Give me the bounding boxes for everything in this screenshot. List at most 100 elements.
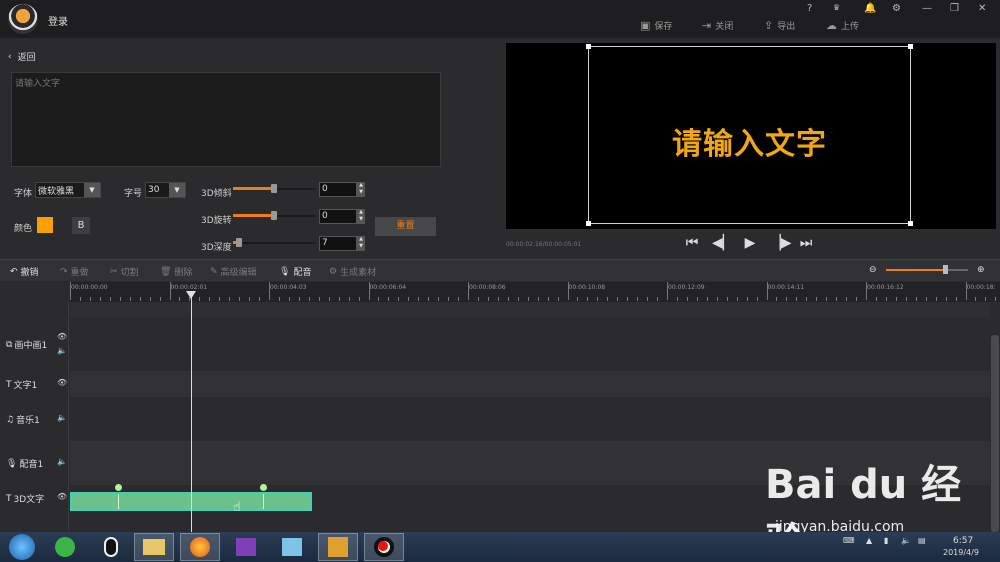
resize-handle[interactable]	[586, 221, 591, 226]
step-forward-icon[interactable]: ▕▶	[770, 235, 792, 251]
slider-handle[interactable]	[271, 211, 277, 220]
depth-slider[interactable]	[233, 236, 315, 250]
tray-battery-icon[interactable]: ▮	[884, 536, 888, 545]
start-button[interactable]	[2, 533, 42, 561]
tray-network-icon[interactable]: ▤	[918, 536, 926, 545]
clock-date[interactable]: 2019/4/9	[943, 548, 979, 557]
bold-button[interactable]: B	[72, 217, 90, 234]
taskbar-app-file-icon[interactable]	[272, 533, 312, 561]
rotate-stepper[interactable]: 0 ▲ ▼	[319, 209, 365, 224]
clock-time[interactable]: 6:57	[953, 536, 973, 546]
resize-handle[interactable]	[908, 221, 913, 226]
back-button[interactable]: ‹ 返回	[8, 50, 36, 64]
resize-handle[interactable]	[586, 44, 591, 49]
step-back-icon[interactable]: ◀▏	[712, 235, 734, 251]
ruler-minor-tick	[159, 297, 161, 301]
size-select[interactable]: 30 ▼	[145, 182, 186, 198]
zoom-out-icon[interactable]: ⊖	[869, 265, 877, 275]
taskbar-app-qq-icon[interactable]	[91, 533, 131, 561]
minimize-icon[interactable]: —	[922, 3, 932, 15]
color-label: 颜色	[14, 224, 33, 234]
speaker-icon[interactable]: 🔈	[57, 457, 67, 466]
ruler-minor-tick	[806, 297, 808, 301]
close-window-icon[interactable]: ✕	[978, 3, 986, 15]
skip-start-icon[interactable]: ⏮	[684, 235, 700, 251]
font-select[interactable]: 微软雅黑 ▼	[35, 182, 101, 198]
generate-material-button[interactable]: ⚙ 生成素材	[329, 265, 376, 279]
ruler-minor-tick	[955, 297, 957, 301]
ruler-minor-tick	[537, 297, 539, 301]
track-label-3dtext: T 3D文字	[6, 493, 45, 506]
ruler-minor-tick	[428, 297, 430, 301]
playhead[interactable]	[191, 292, 192, 532]
depth-stepper[interactable]: 7 ▲ ▼	[319, 236, 365, 251]
ruler-minor-tick	[816, 297, 818, 301]
music-icon: ♫	[6, 414, 15, 425]
keyframe-marker[interactable]	[260, 484, 267, 491]
reset-button[interactable]: 重置	[375, 217, 436, 236]
ruler-minor-tick	[836, 297, 838, 301]
upload-button[interactable]: ☁ 上传	[826, 18, 859, 32]
tilt-slider[interactable]	[233, 182, 315, 196]
eye-icon[interactable]: 👁	[57, 492, 67, 501]
skip-end-icon[interactable]: ⏭	[798, 235, 814, 251]
play-icon[interactable]: ▶	[742, 235, 758, 251]
eye-icon[interactable]: 👁	[57, 378, 67, 387]
stepper-arrows-icon[interactable]: ▲ ▼	[357, 182, 365, 197]
ruler-minor-tick	[99, 297, 101, 301]
playhead-marker[interactable]	[186, 291, 196, 299]
taskbar-app-editor-icon[interactable]	[318, 533, 358, 561]
eye-icon[interactable]: 👁	[57, 332, 67, 341]
taskbar-app-360-icon[interactable]	[45, 533, 85, 561]
ruler-tick-label: 00:00:16:12	[867, 284, 904, 291]
close-button[interactable]: ⇥ 关闭	[702, 18, 733, 32]
keyframe-marker[interactable]	[115, 484, 122, 491]
cut-button[interactable]: ✂ 切割	[110, 265, 139, 279]
tray-arrow-icon[interactable]: ▲	[866, 536, 872, 545]
slider-handle[interactable]	[271, 184, 277, 193]
stepper-arrows-icon[interactable]: ▲ ▼	[357, 209, 365, 224]
vip-icon[interactable]: ♛	[833, 3, 840, 15]
text-icon: T	[6, 379, 12, 390]
ruler-minor-tick	[209, 297, 211, 301]
track-row-music[interactable]	[70, 397, 990, 441]
tray-keyboard-icon[interactable]: ⌨	[843, 536, 855, 545]
taskbar-app-video-icon[interactable]	[226, 533, 266, 561]
taskbar-app-recorder-icon[interactable]	[364, 533, 404, 561]
maximize-icon[interactable]: ❐	[950, 3, 959, 15]
text-input[interactable]	[11, 72, 441, 167]
track-row-text[interactable]	[70, 371, 990, 397]
stepper-arrows-icon[interactable]: ▲ ▼	[357, 236, 365, 251]
bell-icon[interactable]: 🔔	[864, 3, 876, 15]
speaker-icon[interactable]: 🔈	[57, 346, 67, 355]
ruler-minor-tick	[607, 297, 609, 301]
ruler-minor-tick	[517, 297, 519, 301]
gear-icon[interactable]: ⚙	[892, 3, 901, 15]
ruler-minor-tick	[617, 297, 619, 301]
track-row-pip[interactable]	[70, 317, 990, 371]
advanced-edit-button[interactable]: ✎ 高级编辑	[210, 265, 257, 279]
redo-button[interactable]: ↷ 重做	[60, 265, 89, 279]
export-button[interactable]: ⇪ 导出	[764, 18, 795, 32]
resize-handle[interactable]	[908, 44, 913, 49]
speaker-icon[interactable]: 🔈	[57, 413, 67, 422]
zoom-in-icon[interactable]: ⊕	[977, 265, 985, 275]
tilt-stepper[interactable]: 0 ▲ ▼	[319, 182, 365, 197]
color-swatch[interactable]	[37, 217, 53, 233]
avatar[interactable]	[8, 4, 38, 34]
save-button[interactable]: ▣ 保存	[640, 18, 672, 32]
dub-button[interactable]: 🎙 配音	[279, 265, 311, 279]
undo-button[interactable]: ↶ 撤销	[10, 265, 39, 279]
help-icon[interactable]: ?	[807, 3, 812, 15]
delete-button[interactable]: 🗑 删除	[160, 265, 192, 279]
slider-handle[interactable]	[235, 238, 242, 247]
rotate-slider[interactable]	[233, 209, 315, 223]
ruler-minor-tick	[945, 297, 947, 301]
track-label-music: ♫ 音乐1	[6, 414, 40, 427]
ruler-minor-tick	[79, 297, 81, 301]
taskbar-app-firefox-icon[interactable]	[180, 533, 220, 561]
zoom-handle[interactable]	[942, 265, 948, 274]
taskbar-app-explorer-icon[interactable]	[134, 533, 174, 561]
login-link[interactable]: 登录	[48, 13, 68, 28]
tray-speaker-icon[interactable]: 🔈	[901, 536, 911, 545]
